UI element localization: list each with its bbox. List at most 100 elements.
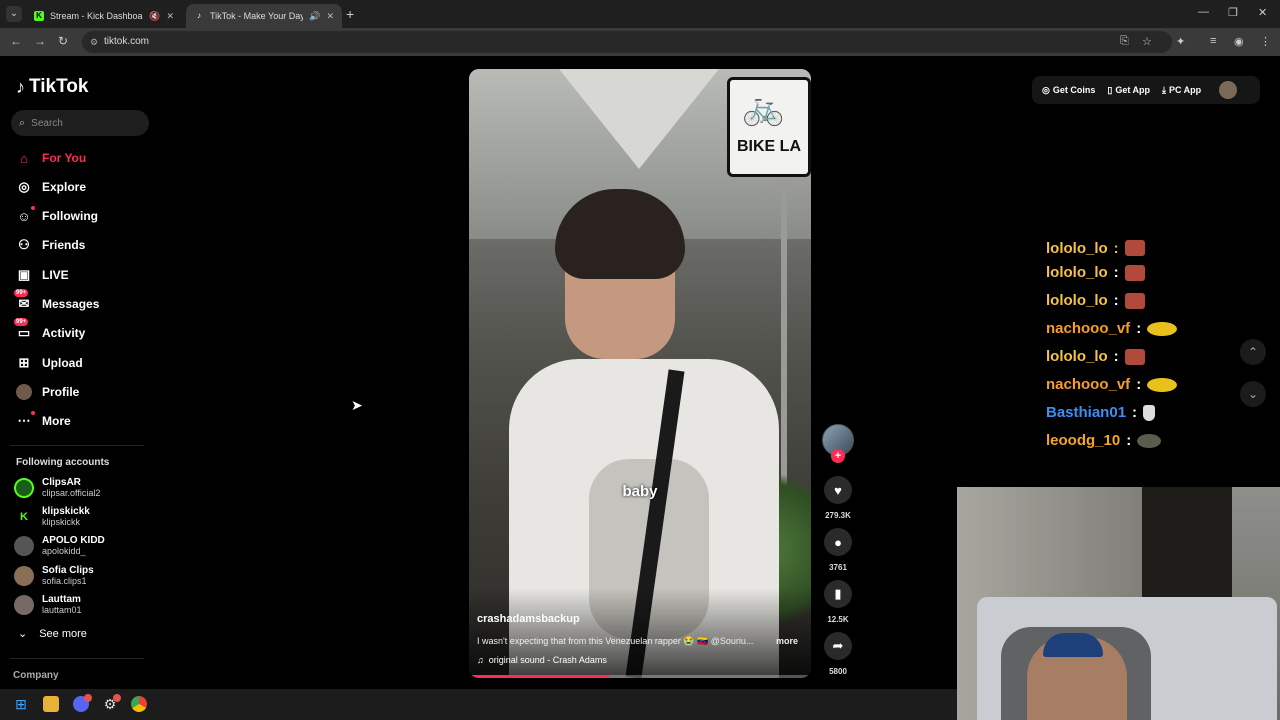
tiktok-logo[interactable]: ♪ TikTok [16, 76, 88, 98]
video-progress-bar[interactable] [469, 675, 811, 678]
install-app-icon[interactable]: ⎘ [1120, 35, 1129, 48]
emote-icon [1124, 348, 1145, 365]
tiktok-icon: ♪ [197, 11, 201, 20]
video-sound[interactable]: ♫ original sound - Crash Adams [477, 655, 607, 665]
chat-message: Basthian01: [1046, 404, 1156, 421]
video-structure [559, 69, 719, 169]
nav-following[interactable]: ☺ Following [16, 206, 98, 226]
next-video-button[interactable]: ⌄ [1240, 381, 1266, 407]
chat-user: lololo_lo [1046, 240, 1108, 256]
tab-tiktok[interactable]: ♪ TikTok - Make Your Day 🔊 ✕ [186, 4, 342, 28]
nav-more[interactable]: ⋯ More [16, 411, 71, 431]
share-button[interactable]: ➦ [824, 632, 852, 660]
search-box[interactable]: ⌕ [11, 110, 149, 136]
share-icon: ➦ [832, 638, 844, 653]
site-info-icon[interactable]: ⚙ [90, 31, 98, 53]
follow-plus-icon[interactable]: + [831, 449, 845, 463]
chat-separator: : [1126, 432, 1132, 449]
reload-icon[interactable]: ↻ [58, 34, 68, 48]
browser-menu-icon[interactable]: ⋮ [1260, 35, 1271, 48]
avatar [14, 595, 34, 615]
close-tab-icon[interactable]: ✕ [326, 11, 334, 22]
close-window-icon[interactable]: ✕ [1258, 6, 1267, 19]
nav-upload[interactable]: ⊞ Upload [16, 353, 83, 373]
nav-explore[interactable]: ◎ Explore [16, 177, 86, 197]
get-coins-button[interactable]: ◎ Get Coins [1042, 85, 1095, 96]
chat-separator: : [1113, 292, 1119, 309]
see-more-button[interactable]: ⌄ See more [18, 627, 87, 641]
sign-text: BIKE LA [737, 138, 801, 155]
account-item[interactable]: Sofia Clips sofia.clips1 [14, 565, 94, 587]
account-item[interactable]: Lauttam lauttam01 [14, 594, 82, 616]
tab-label: TikTok - Make Your Day [210, 11, 304, 21]
nav-messages[interactable]: ✉ 99+ Messages [14, 289, 99, 314]
forward-icon[interactable]: → [34, 34, 46, 48]
nav-friends[interactable]: ⚇ Friends [16, 235, 85, 255]
save-button[interactable]: ▮ [824, 580, 852, 608]
video-author[interactable]: crashadamsbackup [477, 613, 580, 625]
share-count: 5800 [829, 667, 847, 676]
mouse-cursor-icon: ➤ [351, 397, 363, 413]
bookmark-icon: ▮ [834, 586, 842, 601]
save-count: 12.5K [827, 615, 849, 624]
profile-avatar-icon[interactable]: ◉ [1234, 35, 1244, 48]
bicycle-icon: 🚲 [742, 89, 785, 127]
audio-icon[interactable]: 🔊 [309, 11, 320, 22]
nav-live[interactable]: ▣ LIVE [16, 265, 69, 285]
messages-icon: ✉ 99+ [14, 289, 30, 311]
account-item[interactable]: ClipsAR clipsar.official2 [14, 477, 100, 499]
nav-for-you[interactable]: ⌂ For You [16, 148, 86, 168]
minimize-icon[interactable]: — [1198, 6, 1209, 18]
chat-user: lololo_lo [1046, 292, 1108, 309]
comment-button[interactable]: ● [824, 528, 852, 556]
media-control-icon[interactable]: ≡ [1210, 35, 1216, 47]
tab-search-button[interactable]: ⌄ [6, 6, 22, 22]
browser-tab-bar: ⌄ K Stream - Kick Dashboard 🔇 ✕ ♪ TikTok… [0, 0, 1280, 28]
previous-video-button[interactable]: ⌃ [1240, 339, 1266, 365]
address-bar-row: ← → ↻ ⚙ tiktok.com ⎘ ☆ ✦ ≡ ◉ ⋮ [0, 28, 1280, 56]
chrome-icon[interactable] [131, 696, 147, 712]
bike-lane-sign: 🚲 BIKE LA [727, 77, 811, 177]
account-item[interactable]: K klipskickk klipskickk [14, 506, 90, 528]
search-icon: ⌕ [19, 116, 26, 129]
muted-icon[interactable]: 🔇 [149, 11, 160, 22]
bookmark-star-icon[interactable]: ☆ [1142, 35, 1152, 48]
nav-activity[interactable]: ▭ 99+ Activity [14, 318, 85, 343]
tab-label: Stream - Kick Dashboard [50, 11, 144, 21]
upload-icon: ⊞ [18, 355, 30, 370]
extensions-icon[interactable]: ✦ [1176, 35, 1185, 48]
sound-label: original sound - Crash Adams [488, 655, 607, 665]
chat-user: leoodg_10 [1046, 432, 1121, 449]
nav-label: For You [42, 151, 87, 165]
sidebar-divider [10, 445, 144, 446]
comment-icon: ● [834, 534, 842, 550]
user-avatar[interactable] [1219, 81, 1238, 99]
nav-profile[interactable]: Profile [16, 382, 79, 402]
restore-icon[interactable]: ❐ [1228, 6, 1238, 19]
chevron-up-icon: ⌃ [1247, 345, 1259, 359]
chat-user: lololo_lo [1046, 348, 1108, 365]
like-button[interactable]: ♥ [824, 476, 852, 504]
tab-kick-dashboard[interactable]: K Stream - Kick Dashboard 🔇 ✕ [26, 4, 182, 28]
new-tab-button[interactable]: + [346, 6, 354, 22]
get-app-button[interactable]: ▯ Get App [1107, 85, 1150, 96]
emote-icon [1147, 377, 1178, 392]
company-link[interactable]: Company [13, 670, 59, 681]
profile-icon [16, 384, 32, 400]
activity-badge: 99+ [14, 318, 29, 326]
chat-separator: : [1113, 264, 1119, 281]
windows-start-icon[interactable]: ⊞ [13, 696, 29, 712]
account-item[interactable]: APOLO KIDD apolokidd_ [14, 535, 105, 557]
search-input[interactable] [31, 117, 132, 129]
emote-icon [1137, 433, 1162, 448]
file-explorer-icon[interactable] [43, 696, 59, 712]
chat-user: nachooo_vf [1046, 320, 1131, 337]
close-tab-icon[interactable]: ✕ [166, 11, 174, 22]
url-field[interactable]: ⚙ tiktok.com [82, 31, 1172, 53]
following-accounts-title: Following accounts [16, 457, 110, 468]
video-player[interactable]: 🚲 BIKE LA baby crashadamsbackup I wasn't… [469, 69, 811, 678]
emote-icon [1124, 292, 1145, 309]
description-more-button[interactable]: more [776, 636, 798, 646]
back-icon[interactable]: ← [10, 34, 22, 48]
pc-app-button[interactable]: ⤓ PC App [1162, 85, 1201, 96]
